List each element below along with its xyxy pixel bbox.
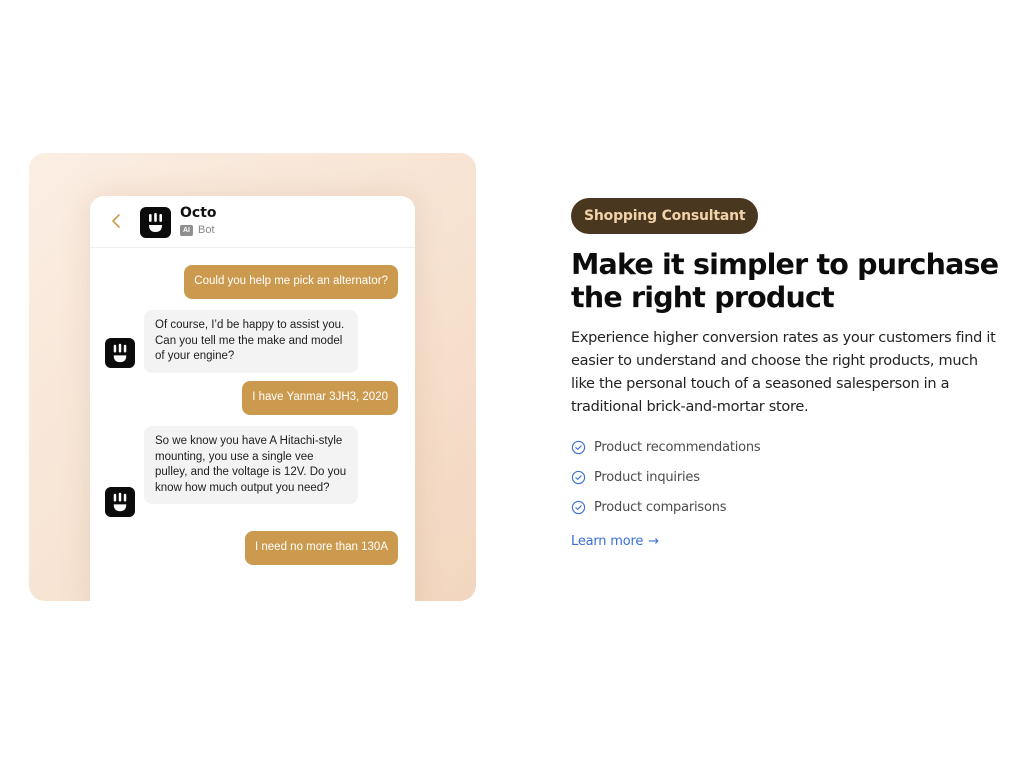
check-circle-icon [571, 500, 586, 514]
feature-list: Product recommendations Product inquirie… [571, 432, 1001, 522]
bot-name: Octo [180, 205, 217, 221]
chat-preview-card: Octo AI Bot Could you help me pick an al… [29, 153, 476, 601]
arrow-right-icon: → [648, 534, 659, 549]
octo-logo-icon [149, 213, 162, 232]
section-description: Experience higher conversion rates as yo… [571, 330, 996, 415]
chat-message-bot: So we know you have A Hitachi-style moun… [144, 426, 358, 504]
chat-message-user: Could you help me pick an alternator? [184, 265, 398, 299]
ai-badge: AI [180, 224, 193, 236]
feature-label: Product comparisons [594, 499, 727, 515]
feature-label: Product recommendations [594, 439, 761, 455]
feature-section: Shopping Consultant Make it simpler to p… [571, 198, 1001, 550]
learn-more-link[interactable]: Learn more → [571, 534, 659, 549]
feature-item: Product comparisons [571, 492, 1001, 522]
check-circle-icon [571, 470, 586, 484]
octo-logo-icon [113, 343, 127, 363]
feature-label: Product inquiries [594, 469, 700, 485]
bot-avatar-small [105, 487, 135, 517]
bot-label: Bot [198, 224, 215, 236]
feature-item: Product inquiries [571, 462, 1001, 492]
chat-message-user: I have Yanmar 3JH3, 2020 [242, 381, 398, 415]
octo-logo-icon [113, 492, 127, 512]
chat-header: Octo AI Bot [90, 196, 415, 248]
back-chevron-icon[interactable] [110, 212, 122, 230]
section-headline: Make it simpler to purchase the right pr… [571, 248, 999, 314]
chat-window: Octo AI Bot Could you help me pick an al… [90, 196, 415, 601]
feature-item: Product recommendations [571, 432, 1001, 462]
bot-subtitle: AI Bot [180, 224, 215, 236]
learn-more-label: Learn more [571, 534, 644, 549]
chat-message-user: I need no more than 130A [245, 531, 398, 565]
bot-avatar-small [105, 338, 135, 368]
bot-avatar [140, 207, 171, 238]
category-tag: Shopping Consultant [571, 198, 759, 234]
check-circle-icon [571, 440, 586, 454]
chat-message-bot: Of course, I’d be happy to assist you. C… [144, 310, 358, 373]
